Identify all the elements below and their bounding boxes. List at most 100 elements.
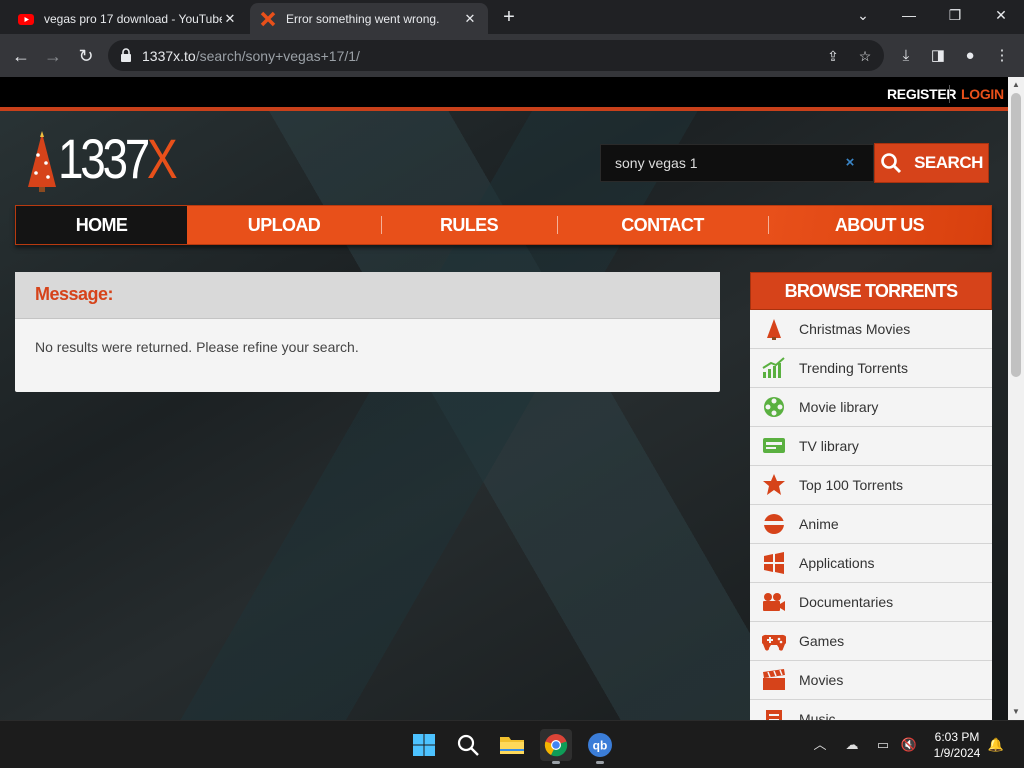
browse-item-label: TV library <box>799 438 859 454</box>
tab-youtube[interactable]: vegas pro 17 download - YouTube ✕ <box>8 3 248 34</box>
show-hidden-icons-chevron-icon[interactable]: ︿ <box>810 735 830 755</box>
tv-icon <box>763 438 785 453</box>
windows-taskbar: qb ︿ ☁ ▭ 🔇 6:03 PM 1/9/2024 🔔 <box>0 720 1024 768</box>
page-viewport: REGISTER LOGIN 1337X × SEARCH HOME UPLOA… <box>0 77 1008 720</box>
address-bar[interactable]: 1337x.to/search/sony+vegas+17/1/ ⇪ ☆ <box>108 40 884 71</box>
taskbar-search-button[interactable] <box>452 729 484 761</box>
network-icon[interactable]: ▭ <box>873 735 893 755</box>
trending-chart-icon <box>762 357 785 378</box>
browse-item-trending-torrents[interactable]: Trending Torrents <box>750 349 992 388</box>
file-explorer-button[interactable] <box>496 729 528 761</box>
close-window-button[interactable]: ✕ <box>986 4 1016 26</box>
anime-icon <box>764 514 784 534</box>
browse-item-label: Music <box>799 711 836 720</box>
message-panel: Message: No results were returned. Pleas… <box>15 272 720 392</box>
clear-search-icon[interactable]: × <box>842 154 858 172</box>
clock-time: 6:03 PM <box>934 730 980 744</box>
scrollbar-thumb[interactable] <box>1011 93 1021 377</box>
scroll-up-arrow-icon[interactable]: ▲ <box>1008 77 1024 93</box>
film-reel-icon <box>764 397 784 417</box>
gamepad-icon <box>762 634 786 651</box>
nav-contact[interactable]: CONTACT <box>557 206 768 244</box>
browse-item-label: Applications <box>799 555 875 571</box>
camera-icon <box>763 593 785 611</box>
login-link[interactable]: LOGIN <box>961 86 1004 102</box>
browser-tab-strip: vegas pro 17 download - YouTube ✕ Error … <box>0 0 1024 34</box>
close-icon[interactable]: ✕ <box>462 11 478 27</box>
running-app-indicator <box>596 761 604 764</box>
browse-item-label: Games <box>799 633 845 649</box>
qbittorrent-icon: qb <box>588 733 612 757</box>
browse-item-games[interactable]: Games <box>750 622 992 661</box>
scroll-down-arrow-icon[interactable]: ▼ <box>1008 704 1024 720</box>
tab-search-chevron-icon[interactable]: ⌄ <box>848 4 878 26</box>
clock-date: 1/9/2024 <box>933 746 981 760</box>
folder-icon <box>500 737 524 754</box>
top-user-bar: REGISTER LOGIN <box>0 77 1008 111</box>
music-icon <box>766 710 782 720</box>
url-host: 1337x.to <box>142 48 196 64</box>
notification-bell-icon[interactable]: 🔔 <box>986 735 1006 755</box>
browse-item-label: Christmas Movies <box>799 321 911 337</box>
browse-item-applications[interactable]: Applications <box>750 544 992 583</box>
download-icon[interactable]: ⤓ <box>896 46 916 66</box>
divider <box>949 85 950 103</box>
qbittorrent-taskbar-button[interactable]: qb <box>584 729 616 764</box>
browse-item-label: Movie library <box>799 399 879 415</box>
browse-item-tv-library[interactable]: TV library <box>750 427 992 466</box>
cloud-offline-icon[interactable]: ☁ <box>842 735 862 755</box>
search-icon <box>457 734 479 756</box>
browse-torrents-panel: BROWSE TORRENTS Christmas Movies Trendin… <box>750 272 992 720</box>
browse-item-label: Top 100 Torrents <box>799 477 904 493</box>
nav-upload[interactable]: UPLOAD <box>187 206 381 244</box>
register-link[interactable]: REGISTER <box>887 86 956 102</box>
browse-list: Christmas Movies Trending Torrents Movie… <box>750 310 992 720</box>
browse-item-movie-library[interactable]: Movie library <box>750 388 992 427</box>
browse-item-label: Movies <box>799 672 844 688</box>
browse-item-movies[interactable]: Movies <box>750 661 992 700</box>
windows-logo-icon <box>764 552 784 574</box>
search-icon <box>881 153 902 174</box>
search-input[interactable] <box>615 145 835 181</box>
logo-text: 1337X <box>58 127 178 190</box>
start-button[interactable] <box>408 729 440 761</box>
volume-muted-icon[interactable]: 🔇 <box>899 735 919 755</box>
browse-item-documentaries[interactable]: Documentaries <box>750 583 992 622</box>
tab-1337x[interactable]: Error something went wrong. ✕ <box>250 3 488 34</box>
christmas-tree-icon <box>767 319 781 340</box>
close-icon[interactable]: ✕ <box>222 11 238 27</box>
profile-icon[interactable]: ● <box>960 46 980 66</box>
browse-item-label: Documentaries <box>799 594 894 610</box>
browse-item-top-100[interactable]: Top 100 Torrents <box>750 466 992 505</box>
browse-item-christmas-movies[interactable]: Christmas Movies <box>750 310 992 349</box>
search-button-label: SEARCH <box>914 153 983 172</box>
browse-item-label: Anime <box>799 516 839 532</box>
restore-button[interactable]: ❐ <box>940 4 970 26</box>
bookmark-star-icon[interactable]: ☆ <box>856 47 874 65</box>
lock-icon <box>121 48 131 62</box>
logo-text-accent: X <box>147 127 178 190</box>
nav-rules[interactable]: RULES <box>381 206 557 244</box>
active-app-indicator <box>552 761 560 764</box>
browse-item-anime[interactable]: Anime <box>750 505 992 544</box>
page-scrollbar[interactable]: ▲ ▼ <box>1008 77 1024 720</box>
share-icon[interactable]: ⇪ <box>824 47 842 65</box>
message-title: Message: <box>15 272 720 319</box>
browse-item-music[interactable]: Music <box>750 700 992 720</box>
side-panel-icon[interactable]: ◨ <box>928 46 948 66</box>
minimize-button[interactable]: — <box>894 4 924 26</box>
message-body: No results were returned. Please refine … <box>35 339 359 355</box>
new-tab-button[interactable]: + <box>498 6 520 28</box>
back-button[interactable]: ← <box>8 43 34 69</box>
menu-kebab-icon[interactable]: ⋮ <box>992 46 1012 66</box>
nav-home[interactable]: HOME <box>16 206 187 244</box>
search-box: × <box>600 144 874 182</box>
site-logo[interactable]: 1337X <box>22 127 182 193</box>
url-path: /search/sony+vegas+17/1/ <box>195 48 360 64</box>
search-button[interactable]: SEARCH <box>874 143 989 183</box>
chrome-taskbar-button[interactable] <box>540 729 572 764</box>
system-clock[interactable]: 6:03 PM 1/9/2024 <box>928 729 986 761</box>
nav-about-us[interactable]: ABOUT US <box>768 206 991 244</box>
reload-button[interactable]: ↻ <box>73 43 99 69</box>
forward-button[interactable]: → <box>40 43 66 69</box>
